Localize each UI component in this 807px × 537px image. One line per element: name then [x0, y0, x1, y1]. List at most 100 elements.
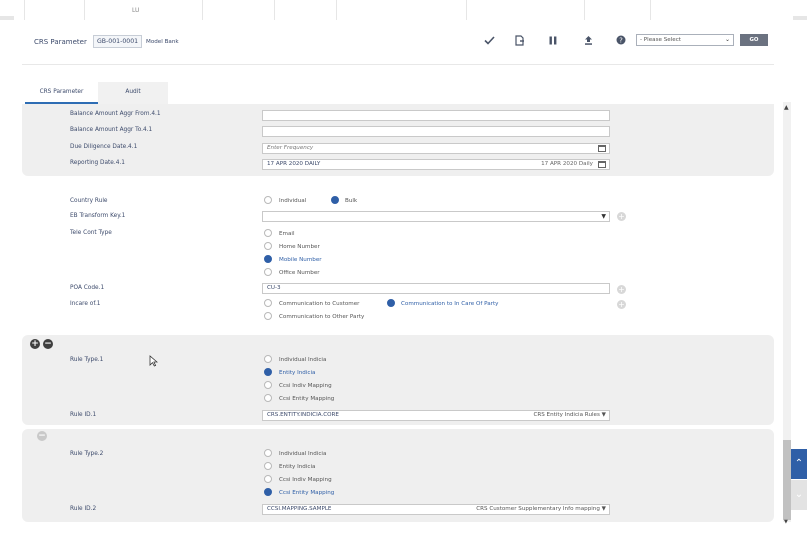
document-edit-icon: [515, 34, 524, 46]
rule-id-1-value: CRS.ENTITY.INDICIA.CORE: [267, 412, 339, 418]
due-diligence-placeholder: Enter Frequency: [267, 145, 314, 151]
radio-tele-office-label: Office Number: [279, 270, 320, 276]
upload-button[interactable]: [580, 32, 596, 48]
svg-text:?: ?: [619, 37, 623, 45]
rule-id-1-description: CRS Entity Indicia Rules: [533, 412, 600, 418]
hold-button[interactable]: [545, 32, 561, 48]
radio-tele-email[interactable]: [264, 229, 272, 237]
radio-rule1-individual-indicia-label: Individual Indicia: [279, 357, 327, 363]
balance-to-label: Balance Amount Aggr To.4.1: [70, 127, 153, 133]
grid-line: [202, 0, 203, 20]
calendar-icon[interactable]: [598, 145, 606, 152]
action-select-value: - Please Select: [640, 37, 681, 43]
radio-rule1-ccsi-indiv[interactable]: [264, 381, 272, 389]
chevron-down-icon: ⌄: [794, 489, 804, 500]
radio-incare-customer-label: Communication to Customer: [279, 301, 360, 307]
radio-rule2-individual-indicia[interactable]: [264, 449, 272, 457]
radio-country-individual[interactable]: [264, 196, 272, 204]
radio-incare-care-of-party[interactable]: [387, 299, 395, 307]
due-diligence-input[interactable]: Enter Frequency: [262, 143, 610, 154]
eb-transform-key-label: EB Transform Key.1: [70, 213, 126, 219]
radio-rule2-ccsi-entity[interactable]: [264, 488, 272, 496]
radio-incare-other-party-label: Communication to Other Party: [279, 314, 365, 320]
poa-code-label: POA Code.1: [70, 285, 105, 291]
record-id-badge: GB-001-0001: [93, 35, 143, 48]
balance-from-label: Balance Amount Aggr From.4.1: [70, 111, 161, 117]
add-field-icon[interactable]: +: [617, 212, 626, 221]
scroll-up-arrow-icon[interactable]: ▲: [784, 104, 789, 111]
action-select[interactable]: - Please Select ⌄: [636, 34, 734, 46]
help-icon: ?: [616, 35, 626, 45]
rule-id-2-enrichment: CRS Customer Supplementary Info mapping …: [476, 506, 606, 512]
go-button[interactable]: GO: [740, 34, 768, 46]
incare-of-label: Incare of.1: [70, 301, 101, 307]
remove-group-icon[interactable]: −: [37, 431, 47, 441]
rule-id-2-value: CCSI.MAPPING.SAMPLE: [267, 506, 332, 512]
grid-line: [274, 0, 275, 20]
rule-id-2-description: CRS Customer Supplementary Info mapping: [476, 506, 600, 512]
chevron-up-icon: ⌃: [794, 458, 804, 469]
radio-tele-home-label: Home Number: [279, 244, 320, 250]
commit-button[interactable]: [512, 32, 528, 48]
rule-id-2-input[interactable]: CCSI.MAPPING.SAMPLE CRS Customer Supplem…: [262, 504, 610, 515]
radio-tele-mobile[interactable]: [264, 255, 272, 263]
grid-line: [336, 0, 337, 20]
rule-type-2-label: Rule Type.2: [70, 451, 104, 457]
radio-country-bulk-label: Bulk: [345, 198, 358, 204]
radio-rule2-entity-indicia[interactable]: [264, 462, 272, 470]
due-diligence-label: Due Diligence Date.4.1: [70, 144, 138, 150]
radio-rule2-ccsi-indiv-label: Ccsi Indiv Mapping: [279, 477, 332, 483]
page-title: CRS Parameter: [34, 38, 87, 46]
rule-type-1-label: Rule Type.1: [70, 357, 104, 363]
grid-line: [84, 0, 85, 20]
radio-tele-home[interactable]: [264, 242, 272, 250]
rule-id-2-label: Rule ID.2: [70, 506, 97, 512]
balance-to-input[interactable]: [262, 126, 610, 137]
radio-country-individual-label: Individual: [279, 198, 307, 204]
scroll-down-arrow-icon[interactable]: ▼: [784, 519, 788, 525]
radio-tele-office[interactable]: [264, 268, 272, 276]
radio-incare-care-of-party-label: Communication to In Care Of Party: [401, 301, 499, 307]
poa-code-input[interactable]: CU-3: [262, 283, 610, 294]
reporting-date-label: Reporting Date.4.1: [70, 160, 125, 166]
rule-id-1-input[interactable]: CRS.ENTITY.INDICIA.CORE CRS Entity Indic…: [262, 410, 610, 421]
eb-transform-key-select[interactable]: ▼: [262, 211, 610, 222]
scrollbar-thumb[interactable]: [783, 440, 791, 520]
scroll-bottom-button[interactable]: ⌄: [791, 480, 807, 510]
tab-audit[interactable]: Audit: [98, 82, 168, 104]
radio-rule2-ccsi-entity-label: Ccsi Entity Mapping: [279, 490, 335, 496]
radio-rule1-entity-indicia-label: Entity Indicia: [279, 370, 316, 376]
top-grid-strip: LU: [0, 0, 807, 22]
scroll-top-button[interactable]: ⌃: [791, 449, 807, 479]
add-group-icon[interactable]: +: [30, 339, 40, 349]
radio-rule1-ccsi-indiv-label: Ccsi Indiv Mapping: [279, 383, 332, 389]
radio-incare-customer[interactable]: [264, 299, 272, 307]
bank-name: Model Bank: [146, 39, 179, 45]
calendar-icon[interactable]: [598, 161, 606, 168]
help-button[interactable]: ?: [613, 32, 629, 48]
mouse-cursor-icon: [149, 355, 158, 367]
grid-line: [24, 0, 25, 20]
radio-rule1-ccsi-entity[interactable]: [264, 394, 272, 402]
radio-country-bulk[interactable]: [331, 196, 339, 204]
country-rule-label: Country Rule: [70, 198, 108, 204]
validate-button[interactable]: [481, 32, 497, 48]
remove-group-icon[interactable]: −: [43, 339, 53, 349]
poa-code-value: CU-3: [267, 285, 281, 291]
header-divider: [22, 64, 774, 65]
add-field-icon[interactable]: +: [617, 285, 626, 294]
radio-incare-other-party[interactable]: [264, 312, 272, 320]
rule-id-1-enrichment: CRS Entity Indicia Rules ▼: [533, 412, 606, 418]
radio-rule2-ccsi-indiv[interactable]: [264, 475, 272, 483]
rule-id-1-label: Rule ID.1: [70, 412, 97, 418]
reporting-date-enrichment: 17 APR 2020 Daily: [541, 161, 593, 167]
chevron-down-icon: ⌄: [724, 36, 730, 43]
tele-cont-type-label: Tele Cont Type: [70, 230, 112, 236]
reporting-date-input[interactable]: 17 APR 2020 DAILY 17 APR 2020 Daily: [262, 159, 610, 170]
radio-rule1-individual-indicia[interactable]: [264, 355, 272, 363]
radio-rule1-entity-indicia[interactable]: [264, 368, 272, 376]
add-field-icon[interactable]: +: [617, 300, 626, 309]
grid-cell-text: LU: [132, 7, 140, 14]
balance-from-input[interactable]: [262, 110, 610, 121]
tab-crs-parameter[interactable]: CRS Parameter: [25, 82, 98, 104]
